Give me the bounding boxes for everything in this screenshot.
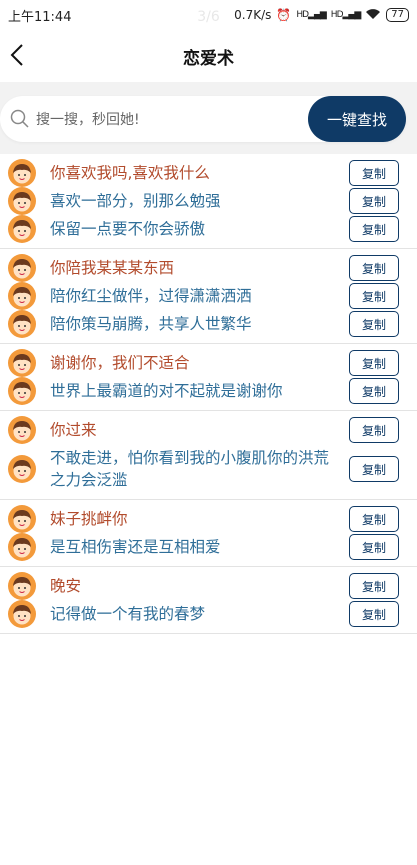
- reply-line-text: 喜欢一部分，别那么勉强: [50, 192, 221, 210]
- lead-line-row: 你过来 复制: [0, 416, 417, 444]
- copy-button[interactable]: 复制: [349, 255, 399, 281]
- avatar-icon: [8, 187, 36, 215]
- avatar-icon: [8, 455, 36, 483]
- copy-button[interactable]: 复制: [349, 506, 399, 532]
- phrase-group: 妹子挑衅你 复制 是互相伤害还是互相相爱 复制: [0, 500, 417, 567]
- lead-line-row: 你喜欢我吗,喜欢我什么 复制: [0, 159, 417, 187]
- reply-line-row: 喜欢一部分，别那么勉强 复制: [0, 187, 417, 215]
- reply-line-text: 记得做一个有我的春梦: [50, 605, 206, 623]
- lead-line-text: 妹子挑衅你: [50, 510, 128, 528]
- reply-line-row: 陪你策马崩腾，共享人世繁华 复制: [0, 310, 417, 338]
- avatar-icon: [8, 282, 36, 310]
- reply-line-text: 不敢走进，怕你看到我的小腹肌你的洪荒之力会泛滥: [50, 449, 330, 489]
- reply-line-text: 是互相伤害还是互相相爱: [50, 538, 221, 556]
- network-speed: 0.7K/s: [234, 8, 272, 22]
- copy-button[interactable]: 复制: [349, 573, 399, 599]
- copy-button[interactable]: 复制: [349, 160, 399, 186]
- signal-icon-1: HD▂▄▆: [296, 10, 326, 20]
- search-button[interactable]: 一键查找: [308, 96, 406, 142]
- copy-button[interactable]: 复制: [349, 601, 399, 627]
- alarm-icon: ⏰: [276, 8, 292, 22]
- phrase-group: 你喜欢我吗,喜欢我什么 复制 喜欢一部分，别那么勉强 复制 保留一点要不你会骄傲 复制: [0, 154, 417, 249]
- copy-button[interactable]: 复制: [349, 283, 399, 309]
- phrase-group: 你过来 复制 不敢走进，怕你看到我的小腹肌你的洪荒之力会泛滥 复制: [0, 411, 417, 500]
- battery-icon: 77: [386, 8, 409, 22]
- copy-button[interactable]: 复制: [349, 350, 399, 376]
- search-icon: [10, 109, 29, 128]
- page-title: 恋爱术: [183, 48, 234, 69]
- reply-line-text: 保留一点要不你会骄傲: [50, 220, 206, 238]
- search-box: 一键查找: [0, 96, 406, 144]
- wifi-icon: [365, 8, 381, 23]
- avatar-icon: [8, 505, 36, 533]
- avatar-icon: [8, 600, 36, 628]
- copy-button[interactable]: 复制: [349, 378, 399, 404]
- copy-button[interactable]: 复制: [349, 216, 399, 242]
- lead-line-text: 晚安: [50, 577, 82, 595]
- avatar-icon: [8, 416, 36, 444]
- avatar-icon: [8, 254, 36, 282]
- lead-line-text: 你过来: [50, 421, 97, 439]
- page-indicator: 3/6: [197, 9, 220, 25]
- copy-button[interactable]: 复制: [349, 534, 399, 560]
- lead-line-row: 你陪我某某某东西 复制: [0, 254, 417, 282]
- phrase-group: 谢谢你，我们不适合 复制 世界上最霸道的对不起就是谢谢你 复制: [0, 344, 417, 411]
- copy-button[interactable]: 复制: [349, 188, 399, 214]
- reply-line-row: 是互相伤害还是互相相爱 复制: [0, 533, 417, 561]
- reply-line-row: 陪你红尘做伴，过得潇潇洒洒 复制: [0, 282, 417, 310]
- lead-line-text: 谢谢你，我们不适合: [50, 354, 190, 372]
- reply-line-row: 记得做一个有我的春梦 复制: [0, 600, 417, 628]
- reply-line-text: 陪你策马崩腾，共享人世繁华: [50, 315, 252, 333]
- avatar-icon: [8, 215, 36, 243]
- reply-line-text: 世界上最霸道的对不起就是谢谢你: [50, 382, 283, 400]
- search-area: 一键查找: [0, 82, 417, 154]
- reply-line-text: 陪你红尘做伴，过得潇潇洒洒: [50, 287, 252, 305]
- lead-line-row: 谢谢你，我们不适合 复制: [0, 349, 417, 377]
- search-input[interactable]: [34, 96, 288, 144]
- reply-line-row: 不敢走进，怕你看到我的小腹肌你的洪荒之力会泛滥 复制: [0, 444, 417, 494]
- avatar-icon: [8, 572, 36, 600]
- reply-line-row: 保留一点要不你会骄傲 复制: [0, 215, 417, 243]
- phrase-group: 你陪我某某某东西 复制 陪你红尘做伴，过得潇潇洒洒 复制 陪你策马崩腾，共享人世繁华 复制: [0, 249, 417, 344]
- status-icons: 0.7K/s ⏰ HD▂▄▆ HD▂▄▆ 77: [234, 8, 409, 23]
- lead-line-row: 妹子挑衅你 复制: [0, 505, 417, 533]
- back-arrow-icon: [10, 44, 23, 66]
- back-button[interactable]: [2, 40, 32, 70]
- lead-line-text: 你陪我某某某东西: [50, 259, 175, 277]
- signal-icon-2: HD▂▄▆: [330, 10, 361, 20]
- avatar-icon: [8, 310, 36, 338]
- lead-line-text: 你喜欢我吗,喜欢我什么: [50, 164, 210, 182]
- nav-bar: 恋爱术: [0, 30, 417, 82]
- status-bar: 上午11:44 3/6 0.7K/s ⏰ HD▂▄▆ HD▂▄▆ 77: [0, 0, 417, 30]
- phrase-group: 晚安 复制 记得做一个有我的春梦 复制: [0, 567, 417, 634]
- avatar-icon: [8, 533, 36, 561]
- lead-line-row: 晚安 复制: [0, 572, 417, 600]
- avatar-icon: [8, 349, 36, 377]
- copy-button[interactable]: 复制: [349, 417, 399, 443]
- reply-line-row: 世界上最霸道的对不起就是谢谢你 复制: [0, 377, 417, 405]
- phrase-list: 你喜欢我吗,喜欢我什么 复制 喜欢一部分，别那么勉强 复制 保留一点要不你会骄傲 复制 你陪…: [0, 154, 417, 634]
- copy-button[interactable]: 复制: [349, 456, 399, 482]
- avatar-icon: [8, 377, 36, 405]
- status-time: 上午11:44: [8, 9, 72, 25]
- avatar-icon: [8, 159, 36, 187]
- copy-button[interactable]: 复制: [349, 311, 399, 337]
